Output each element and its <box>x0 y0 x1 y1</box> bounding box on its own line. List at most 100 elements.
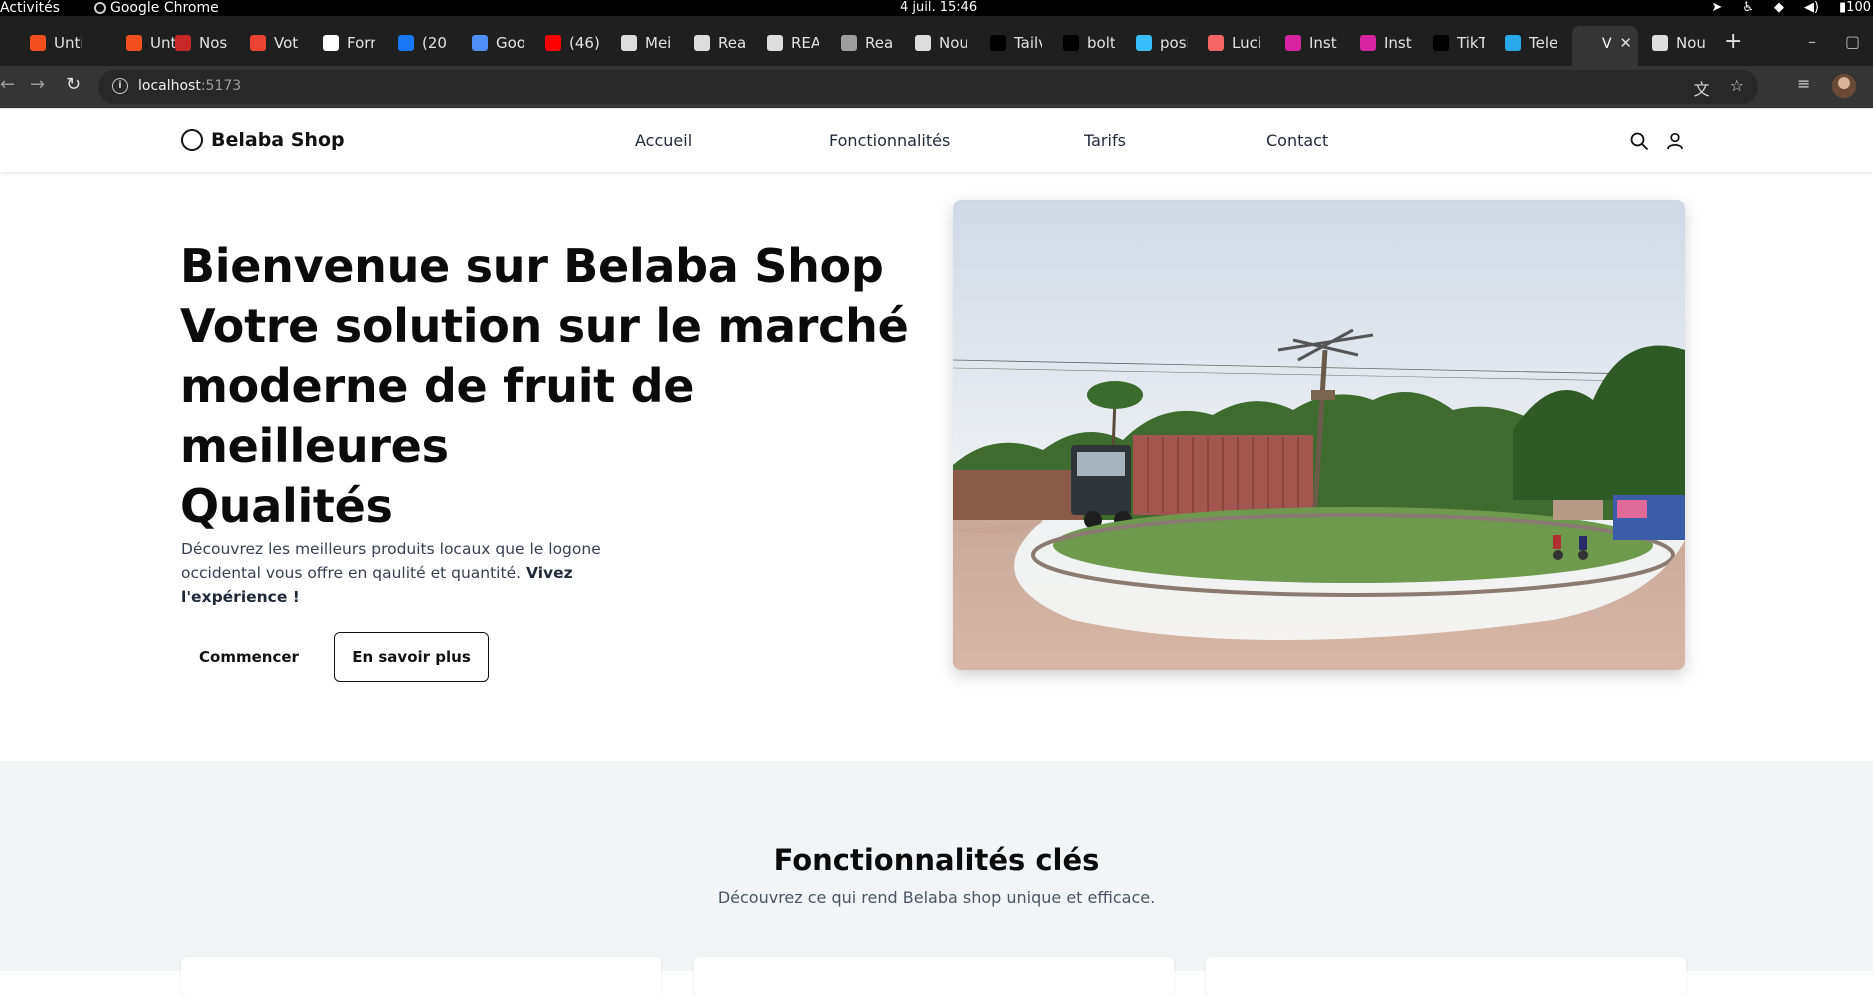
reading-list-icon[interactable]: ≡ <box>1797 74 1810 93</box>
browser-tab[interactable]: Rea <box>694 30 746 56</box>
active-tab[interactable]: V ✕ <box>1572 26 1638 66</box>
browser-tab[interactable]: Luci <box>1208 30 1260 56</box>
tab-label: bolt <box>1087 34 1115 52</box>
browser-tab[interactable]: REA <box>767 30 819 56</box>
reload-button[interactable]: ↻ <box>66 74 81 95</box>
start-button[interactable]: Commencer <box>181 632 317 682</box>
system-tray[interactable]: ➤ ♿ ◆ ◀) ▮100 <box>1711 0 1873 16</box>
gemini-icon <box>472 35 488 51</box>
chrome-icon <box>1652 35 1668 51</box>
browser-tab[interactable]: Mei <box>621 30 673 56</box>
profile-avatar[interactable] <box>1832 74 1856 98</box>
browser-tab[interactable]: Inst <box>1285 30 1337 56</box>
tab-label: (46) <box>569 34 600 52</box>
globe-icon <box>841 35 857 51</box>
active-tab-label: V <box>1602 36 1612 52</box>
tab-label: Vot <box>274 34 299 52</box>
hero-title-line: Qualités <box>180 479 393 533</box>
telegram-tray-icon[interactable]: ➤ <box>1711 0 1722 16</box>
browser-tab[interactable]: Nos <box>175 30 227 56</box>
site-info-icon[interactable]: i <box>112 78 128 94</box>
nav-link-tarifs[interactable]: Tarifs <box>1084 131 1126 150</box>
figma-icon <box>126 35 142 51</box>
forward-button[interactable]: → <box>30 74 45 95</box>
battery-status[interactable]: ▮100 <box>1839 0 1871 16</box>
telegram-icon <box>1505 35 1521 51</box>
nav-link-fonctionnalites[interactable]: Fonctionnalités <box>829 131 950 150</box>
tab-label: Luci <box>1232 34 1260 52</box>
browser-tab[interactable]: Forr <box>323 30 375 56</box>
brand-logo[interactable]: Belaba Shop <box>181 129 345 151</box>
translate-icon[interactable]: 文 <box>1694 76 1710 100</box>
figma-icon <box>30 35 46 51</box>
close-tab-icon[interactable]: ✕ <box>1619 34 1632 52</box>
browser-tab[interactable]: Rea <box>841 30 893 56</box>
learn-more-button[interactable]: En savoir plus <box>334 632 489 682</box>
tab-label: posi <box>1160 34 1188 52</box>
bookmark-icon <box>175 35 191 51</box>
tab-label: Rea <box>718 34 746 52</box>
browser-tab[interactable]: (46) <box>545 30 605 56</box>
browser-tab[interactable]: Nou <box>915 30 967 56</box>
gmail-icon <box>250 35 266 51</box>
browser-tab[interactable]: Inst <box>1360 30 1412 56</box>
minimize-button[interactable]: – <box>1808 32 1816 51</box>
accessibility-icon[interactable]: ♿ <box>1742 0 1754 16</box>
bolt-icon <box>1063 35 1079 51</box>
lucide-icon <box>1208 35 1224 51</box>
restore-button[interactable]: ▢ <box>1845 32 1860 51</box>
clock[interactable]: 4 juil. 15:46 <box>900 0 977 16</box>
url-text[interactable]: localhost:5173 <box>138 78 241 94</box>
wifi-icon[interactable]: ◆ <box>1774 0 1784 16</box>
browser-tab[interactable]: Vot <box>250 30 302 56</box>
browser-tab[interactable]: TikT <box>1433 30 1485 56</box>
browser-tab[interactable]: Unti <box>30 30 82 56</box>
m-logo-icon <box>990 35 1006 51</box>
tab-label: Tailv <box>1014 34 1042 52</box>
instagram-icon <box>1360 35 1376 51</box>
browser-tab[interactable]: Tele <box>1505 30 1557 56</box>
browser-tab-strip: Unti Unti Nos Vot Forr (20 Goo (46) Mei Rea REA Rea… <box>0 16 1873 66</box>
volume-icon[interactable]: ◀) <box>1804 0 1819 16</box>
browser-tab[interactable]: Nou <box>1652 30 1712 56</box>
feature-card <box>694 957 1174 997</box>
browser-tab[interactable]: (20 <box>398 30 450 56</box>
chrome-icon <box>915 35 931 51</box>
browser-tab[interactable]: Tailv <box>990 30 1042 56</box>
tab-label: Nou <box>1676 34 1706 52</box>
hero-title-line: Votre solution sur le marché <box>180 299 909 353</box>
globe-icon <box>767 35 783 51</box>
globe-icon <box>694 35 710 51</box>
features-title: Fonctionnalités clés <box>773 843 1100 877</box>
browser-tab[interactable]: posi <box>1136 30 1188 56</box>
user-icon[interactable] <box>1665 131 1685 151</box>
bookmark-star-icon[interactable]: ☆ <box>1730 76 1744 100</box>
activities-button[interactable]: Activités <box>0 0 60 16</box>
browser-tab[interactable]: Goo <box>472 30 524 56</box>
leaf-icon <box>621 35 637 51</box>
app-menu[interactable]: Google Chrome <box>94 0 219 16</box>
youtube-icon <box>545 35 561 51</box>
hero-title-line: moderne de fruit de meilleures <box>180 359 695 473</box>
os-top-bar: Activités Google Chrome 4 juil. 15:46 ➤ … <box>0 0 1873 16</box>
address-bar[interactable]: i localhost:5173 文 ☆ <box>98 70 1758 104</box>
instagram-icon <box>1285 35 1301 51</box>
site-header: Belaba Shop Accueil Fonctionnalités Tari… <box>0 108 1873 172</box>
tab-label: REA <box>791 34 819 52</box>
search-icon[interactable] <box>1629 131 1649 151</box>
hero-title: Bienvenue sur Belaba Shop Votre solution… <box>180 236 920 536</box>
tab-label: Unti <box>54 34 82 52</box>
tab-label: Unti <box>150 34 178 52</box>
feature-card <box>1206 957 1686 997</box>
back-button[interactable]: ← <box>0 74 15 95</box>
tab-label: Goo <box>496 34 524 52</box>
nav-link-accueil[interactable]: Accueil <box>635 131 692 150</box>
browser-tab[interactable]: Unti <box>126 30 178 56</box>
feature-card <box>181 957 661 997</box>
features-section: Fonctionnalités clés Découvrez ce qui re… <box>0 761 1873 997</box>
circle-logo-icon <box>181 129 203 151</box>
tab-label: Inst <box>1309 34 1337 52</box>
browser-tab[interactable]: bolt <box>1063 30 1115 56</box>
nav-link-contact[interactable]: Contact <box>1266 131 1328 150</box>
new-tab-button[interactable]: + <box>1724 30 1742 54</box>
